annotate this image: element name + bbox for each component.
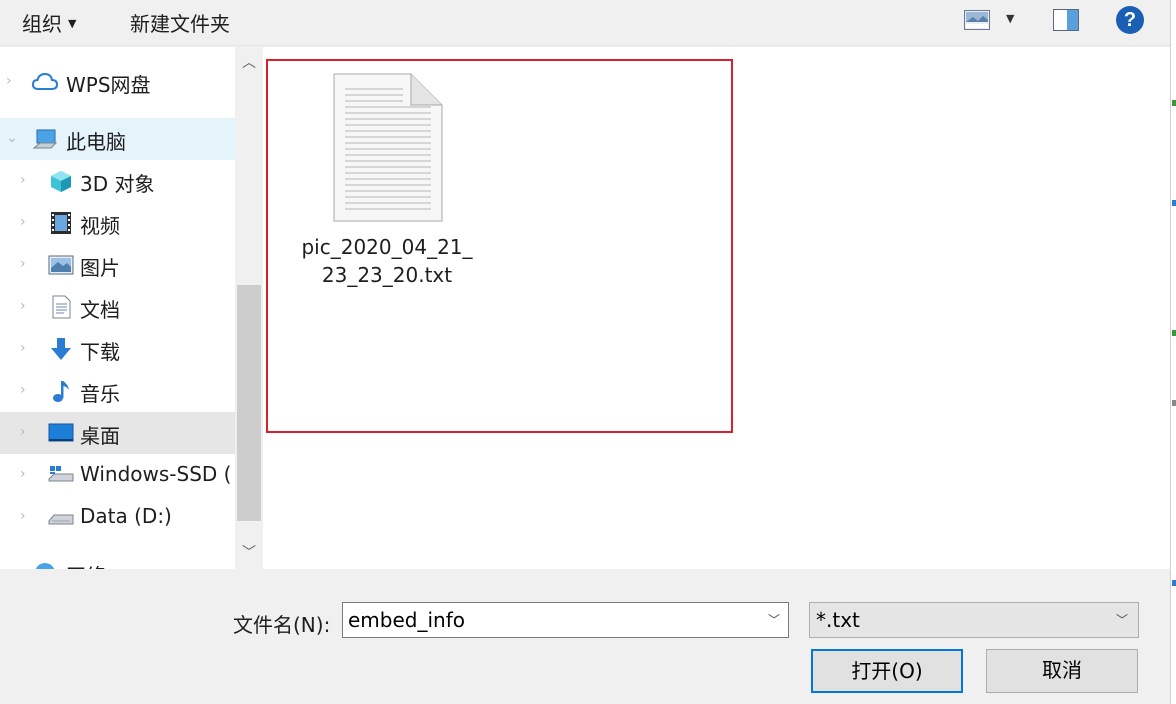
chevron-right-icon[interactable]: ›	[20, 256, 26, 272]
scroll-up-icon[interactable]: ︿	[235, 49, 263, 77]
change-view-icon[interactable]	[964, 10, 990, 30]
nav-item-label: 3D 对象	[80, 172, 155, 196]
computer-icon	[32, 129, 58, 149]
nav-item-this-pc[interactable]: ⌄ 此电脑	[0, 118, 235, 160]
caret-down-icon: ▼	[68, 17, 77, 30]
chevron-right-icon[interactable]: ›	[20, 298, 26, 314]
nav-item-label: WPS网盘	[66, 73, 151, 97]
preview-pane-icon[interactable]	[1053, 9, 1079, 31]
chevron-right-icon[interactable]: ›	[20, 466, 26, 482]
nav-item-wps-cloud[interactable]: › WPS网盘	[0, 61, 235, 103]
chevron-right-icon[interactable]: ›	[20, 382, 26, 398]
music-icon	[53, 381, 69, 402]
cloud-icon	[32, 72, 58, 90]
chevron-right-icon[interactable]: ›	[20, 340, 26, 356]
cancel-button[interactable]: 取消	[986, 649, 1138, 693]
pictures-icon	[48, 255, 74, 275]
nav-item-3d-objects[interactable]: › 3D 对象	[0, 160, 235, 202]
file-name-line: 23_23_20.txt	[321, 263, 453, 287]
edge-mark	[1172, 580, 1176, 586]
nav-item-documents[interactable]: › 文档	[0, 286, 235, 328]
organize-menu[interactable]: 组织 ▼	[22, 8, 76, 37]
toolbar: 组织 ▼ 新建文件夹 ▼ ?	[0, 0, 1170, 46]
nav-item-music[interactable]: › 音乐	[0, 370, 235, 412]
nav-item-downloads[interactable]: › 下载	[0, 328, 235, 370]
scrollbar-thumb[interactable]	[237, 285, 261, 521]
nav-item-label: 图片	[80, 256, 120, 280]
drive-windows-icon	[48, 466, 74, 482]
chevron-right-icon[interactable]: ›	[20, 508, 26, 524]
nav-item-label: 下载	[80, 340, 120, 364]
nav-item-pictures[interactable]: › 图片	[0, 244, 235, 286]
background-window-edge	[1170, 0, 1176, 704]
nav-item-label: Data (D:)	[80, 504, 172, 528]
filename-label: 文件名(N):	[233, 613, 331, 637]
text-file-icon	[333, 73, 443, 222]
documents-icon	[52, 295, 71, 319]
chevron-right-icon[interactable]: ›	[20, 424, 26, 440]
nav-item-label: 音乐	[80, 382, 120, 406]
filename-input[interactable]	[343, 603, 753, 637]
download-icon	[51, 338, 71, 360]
video-icon	[51, 212, 71, 234]
network-icon	[35, 563, 55, 569]
file-item[interactable]: pic_2020_04_21_ 23_23_20.txt	[297, 71, 477, 291]
scroll-down-icon[interactable]: ﹀	[235, 539, 263, 567]
nav-item-label: 桌面	[80, 424, 120, 448]
navigation-scrollbar[interactable]: ︿ ﹀	[235, 47, 263, 569]
chevron-down-icon[interactable]: ﹀	[1116, 611, 1128, 628]
nav-item-label: 视频	[80, 214, 120, 238]
chevron-right-icon[interactable]: ›	[20, 172, 26, 188]
nav-item-network[interactable]: › 网络	[0, 552, 235, 569]
file-type-value: *.txt	[816, 608, 860, 632]
file-name: pic_2020_04_21_ 23_23_20.txt	[297, 233, 477, 289]
view-options-caret-icon[interactable]: ▼	[1006, 12, 1014, 25]
edge-mark	[1172, 400, 1176, 406]
chevron-down-icon[interactable]: ⌄	[6, 130, 18, 146]
edge-mark	[1172, 100, 1176, 106]
new-folder-button[interactable]: 新建文件夹	[130, 8, 230, 37]
dialog-footer: 文件名(N): ﹀ *.txt ﹀ 打开(O) 取消	[0, 569, 1170, 704]
edge-mark	[1172, 330, 1176, 336]
organize-label: 组织	[22, 12, 62, 36]
file-list-pane: pic_2020_04_21_ 23_23_20.txt	[263, 47, 1170, 569]
nav-item-desktop[interactable]: › 桌面	[0, 412, 235, 454]
chevron-down-icon[interactable]: ﹀	[768, 611, 780, 628]
file-name-line: pic_2020_04_21_	[301, 235, 473, 259]
edge-mark	[1172, 200, 1176, 206]
help-icon[interactable]: ?	[1116, 6, 1144, 34]
chevron-right-icon[interactable]: ›	[20, 214, 26, 230]
filename-combobox[interactable]: ﹀	[342, 602, 789, 638]
open-button[interactable]: 打开(O)	[811, 649, 963, 693]
desktop-icon	[48, 423, 74, 442]
nav-item-label: Windows-SSD (	[80, 462, 232, 486]
nav-item-videos[interactable]: › 视频	[0, 202, 235, 244]
3d-objects-icon	[51, 171, 71, 192]
file-type-filter[interactable]: *.txt ﹀	[809, 602, 1139, 638]
nav-item-data-drive[interactable]: › Data (D:)	[0, 496, 235, 538]
nav-item-label: 网络	[66, 560, 106, 569]
navigation-pane: › WPS网盘 ⌄ 此电脑 › 3D 对象 › 视频 › 图片 › 文档 › 下…	[0, 47, 235, 569]
nav-item-label: 此电脑	[66, 130, 126, 154]
chevron-right-icon[interactable]: ›	[6, 73, 12, 89]
drive-icon	[48, 514, 74, 525]
nav-item-windows-ssd[interactable]: › Windows-SSD (	[0, 454, 235, 496]
nav-item-label: 文档	[80, 298, 120, 322]
open-file-dialog: 组织 ▼ 新建文件夹 ▼ ? › WPS网盘 ⌄ 此电脑 › 3D 对象 › 视…	[0, 0, 1176, 704]
